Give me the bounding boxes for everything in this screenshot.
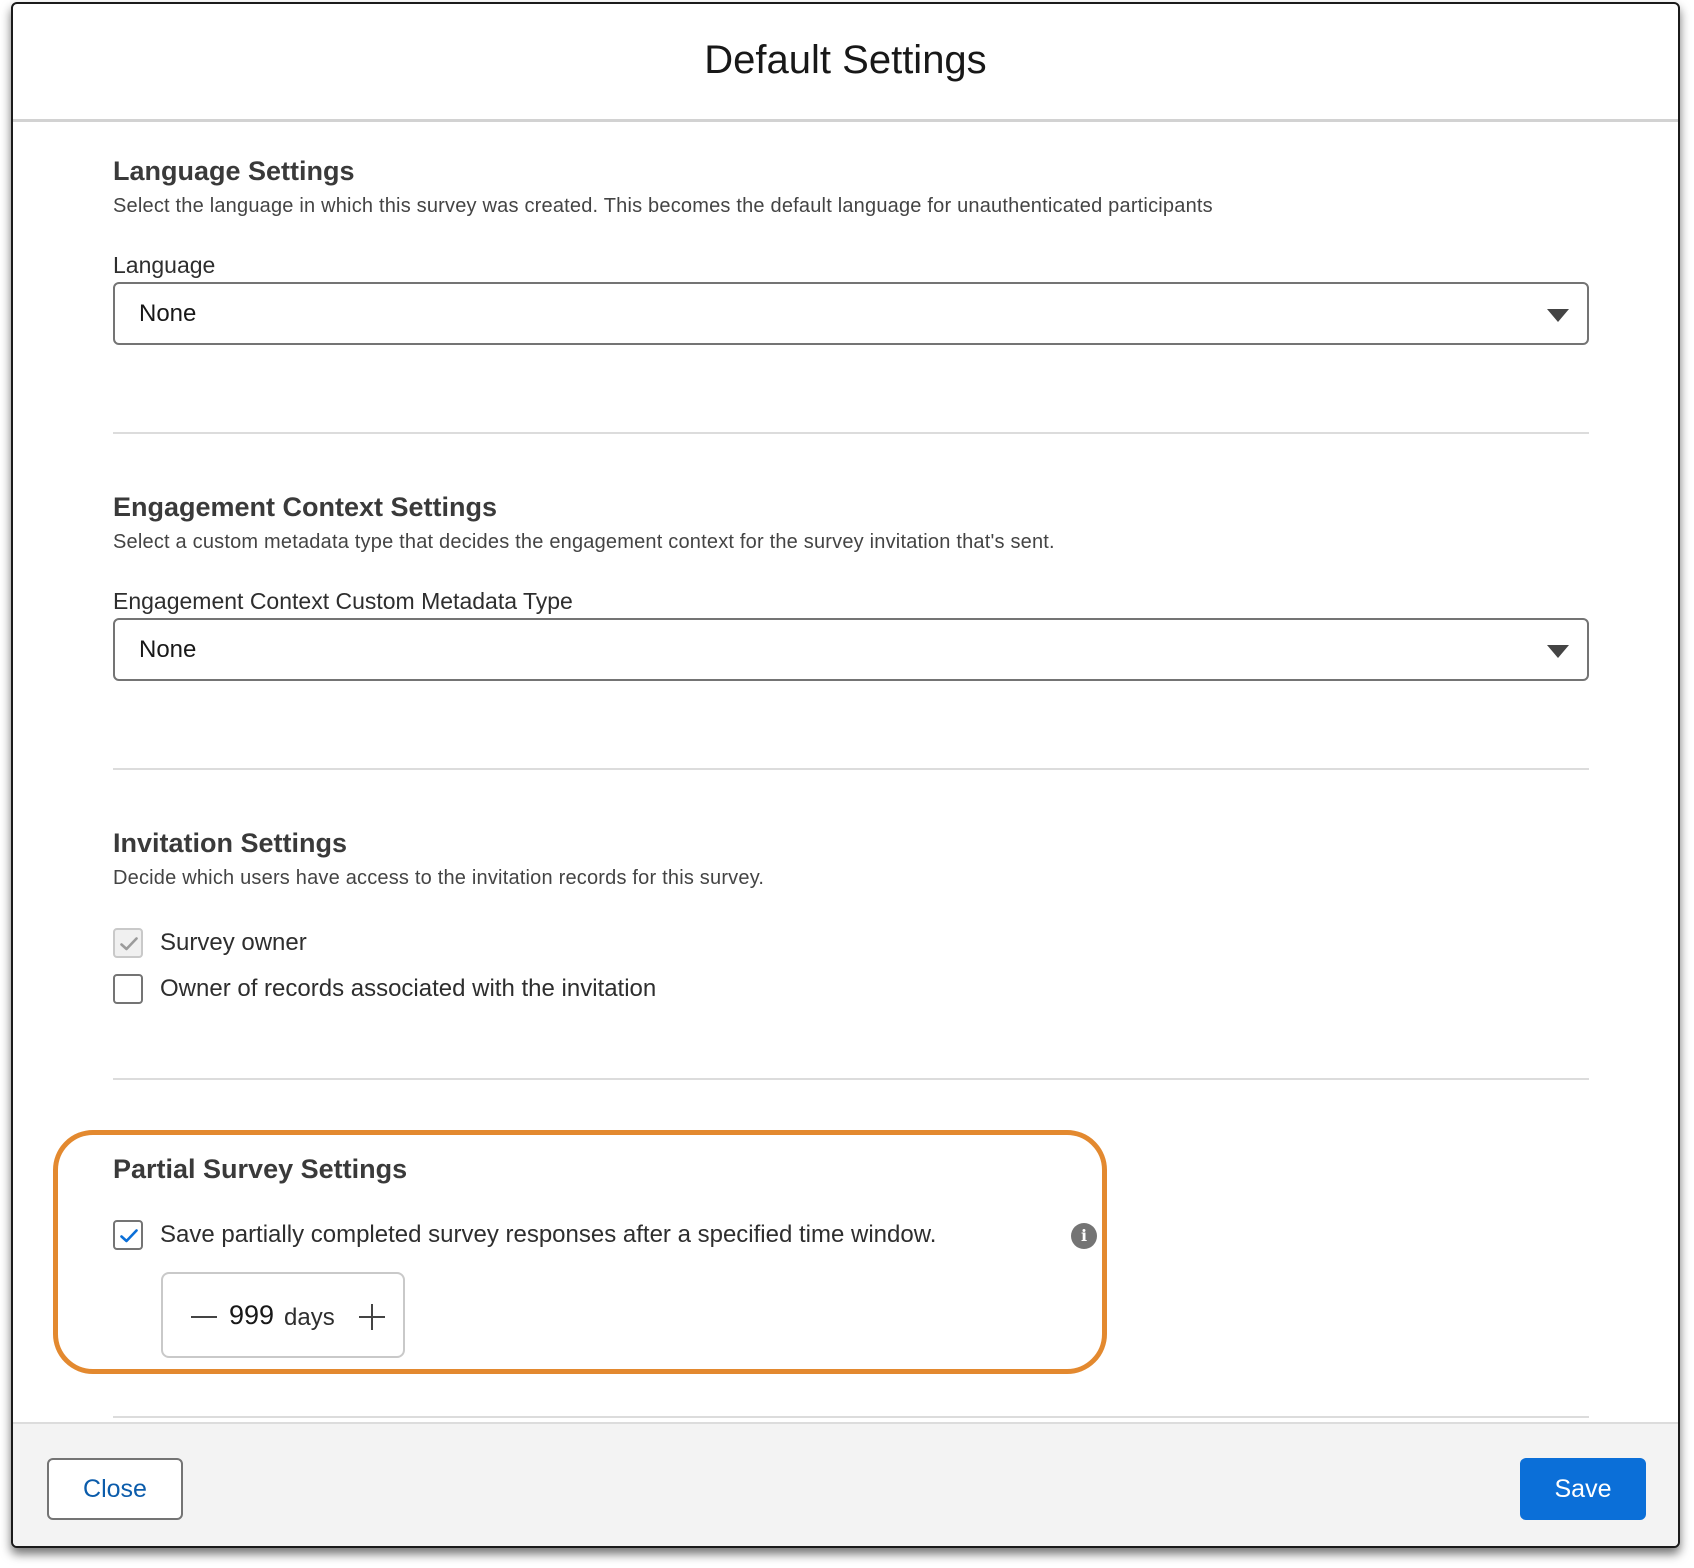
record-owner-checkbox[interactable]	[113, 974, 143, 1004]
record-owner-label: Owner of records associated with the inv…	[160, 975, 657, 1002]
survey-owner-label: Survey owner	[160, 929, 307, 956]
modal-title: Default Settings	[704, 38, 987, 82]
save-partial-label: Save partially completed survey response…	[160, 1221, 937, 1248]
invitation-settings-description: Decide which users have access to the in…	[113, 867, 765, 889]
time-window-value[interactable]: 999	[229, 1300, 274, 1331]
section-divider	[113, 1078, 1589, 1080]
save-partial-checkbox[interactable]	[113, 1220, 143, 1250]
section-divider	[113, 432, 1589, 434]
engagement-settings-description: Select a custom metadata type that decid…	[113, 531, 1055, 553]
check-icon	[120, 937, 138, 951]
language-settings-section: Language Settings Select the language in…	[113, 154, 1589, 345]
minus-icon[interactable]	[191, 1316, 217, 1318]
language-settings-description: Select the language in which this survey…	[113, 195, 1213, 217]
section-divider	[113, 1416, 1589, 1418]
default-settings-modal: Default Settings Language Settings Selec…	[11, 2, 1680, 1548]
close-button[interactable]: Close	[47, 1458, 183, 1520]
check-icon	[120, 1229, 138, 1243]
partial-survey-settings-title: Partial Survey Settings	[113, 1154, 408, 1184]
chevron-down-icon	[1547, 645, 1569, 658]
invitation-settings-title: Invitation Settings	[113, 828, 348, 858]
language-select[interactable]: None	[113, 282, 1589, 345]
section-divider	[113, 768, 1589, 770]
save-button[interactable]: Save	[1520, 1458, 1646, 1520]
chevron-down-icon	[1547, 309, 1569, 322]
time-window-stepper: 999 days	[161, 1272, 405, 1358]
partial-survey-settings-section: Partial Survey Settings Save partially c…	[113, 1152, 1589, 1250]
survey-owner-option[interactable]: Survey owner	[113, 926, 307, 960]
engagement-settings-section: Engagement Context Settings Select a cus…	[113, 490, 1589, 681]
modal-header: Default Settings	[13, 4, 1678, 122]
record-owner-option[interactable]: Owner of records associated with the inv…	[113, 972, 656, 1006]
info-icon[interactable]: i	[1071, 1223, 1097, 1249]
time-window-unit: days	[284, 1304, 335, 1331]
language-field-label: Language	[113, 252, 216, 278]
save-partial-option[interactable]: Save partially completed survey response…	[113, 1218, 936, 1252]
plus-icon[interactable]	[359, 1304, 385, 1330]
engagement-metadata-select[interactable]: None	[113, 618, 1589, 681]
engagement-field-label: Engagement Context Custom Metadata Type	[113, 588, 573, 614]
language-settings-title: Language Settings	[113, 156, 355, 186]
language-select-value: None	[139, 300, 197, 327]
modal-footer: Close Save	[13, 1422, 1678, 1546]
survey-owner-checkbox[interactable]	[113, 928, 143, 958]
invitation-settings-section: Invitation Settings Decide which users h…	[113, 826, 1589, 1004]
engagement-select-value: None	[139, 636, 197, 663]
screen: Default Settings Language Settings Selec…	[0, 0, 1694, 1568]
engagement-settings-title: Engagement Context Settings	[113, 492, 498, 522]
